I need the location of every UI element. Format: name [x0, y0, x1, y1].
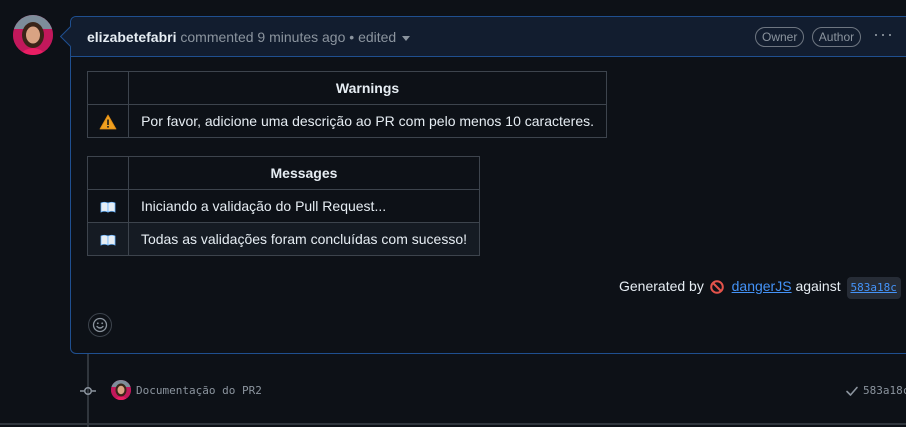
commit-sha[interactable]: 583a18c [863, 383, 906, 399]
comment-pointer [59, 25, 82, 48]
add-reaction-button[interactable] [88, 313, 112, 337]
commit-node-icon [80, 383, 96, 404]
edited-dropdown[interactable]: edited [358, 29, 411, 45]
chevron-down-icon [402, 35, 411, 41]
against-label: against [795, 278, 841, 294]
table-header-cell [87, 156, 129, 190]
comment-header: elizabetefabri commented 9 minutes ago •… [59, 17, 906, 57]
messages-table: Messages Iniciando a validação do Pull R… [87, 156, 481, 256]
table-row: Todas as validações foram concluídas com… [87, 222, 481, 256]
smiley-icon [92, 317, 108, 333]
table-row: Iniciando a validação do Pull Request... [87, 189, 481, 223]
table-row: Por favor, adicione uma descrição ao PR … [86, 104, 607, 138]
comment-action: commented [180, 29, 254, 45]
meta-separator: • [349, 29, 355, 45]
comment-box: elizabetefabri commented 9 minutes ago •… [59, 16, 906, 354]
table-header-cell [86, 71, 130, 105]
kebab-menu-icon[interactable]: ··· [873, 25, 894, 43]
messages-header: Messages [127, 156, 481, 190]
table-header-row: Warnings [86, 71, 607, 105]
avatar-image [13, 15, 53, 55]
commit-sha-link[interactable]: 583a18c [846, 277, 901, 299]
author-avatar[interactable] [13, 15, 53, 55]
generated-by-label: Generated by [619, 278, 704, 294]
edited-label: edited [358, 29, 397, 45]
warning-icon [99, 114, 117, 130]
commit-message-link[interactable]: Documentação do PR2 [136, 383, 262, 399]
book-icon [100, 202, 116, 213]
message-text: Todas as validações foram concluídas com… [127, 222, 481, 256]
no-entry-icon [709, 280, 724, 294]
owner-badge: Owner [755, 27, 805, 47]
book-icon [100, 235, 116, 246]
commit-author-avatar[interactable] [111, 380, 131, 400]
timeline-page: elizabetefabri commented 9 minutes ago •… [0, 0, 906, 427]
generated-by-line: Generated by dangerJS against 583a18c [619, 276, 901, 299]
table-header-row: Messages [87, 156, 481, 190]
message-text: Iniciando a validação do Pull Request... [127, 189, 481, 223]
table-icon-cell [86, 104, 130, 138]
comment-meta: elizabetefabri commented 9 minutes ago •… [87, 28, 411, 46]
warning-text: Por favor, adicione uma descrição ao PR … [128, 104, 607, 138]
warnings-table: Warnings Por favor, adicione uma descriç… [86, 71, 607, 138]
avatar-image [111, 380, 131, 400]
dangerjs-link[interactable]: dangerJS [732, 278, 792, 294]
author-badge: Author [811, 27, 862, 47]
role-badges: Owner Author [755, 27, 864, 47]
divider [0, 423, 906, 425]
table-icon-cell [87, 222, 129, 256]
check-icon[interactable] [845, 384, 859, 403]
author-name[interactable]: elizabetefabri [87, 29, 176, 45]
comment-time[interactable]: 9 minutes ago [257, 29, 345, 45]
table-icon-cell [87, 189, 129, 223]
warnings-header: Warnings [128, 71, 607, 105]
